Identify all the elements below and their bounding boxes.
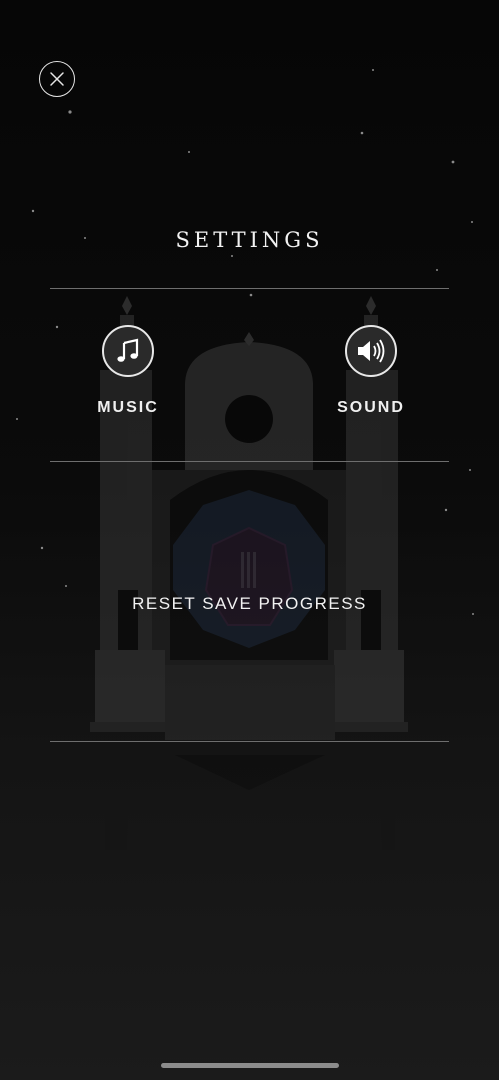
sound-toggle[interactable]: SOUND — [311, 325, 431, 417]
sound-label: SOUND — [337, 399, 405, 416]
settings-title: SETTINGS — [175, 228, 324, 252]
music-toggle[interactable]: MUSIC — [68, 325, 188, 417]
close-icon — [50, 72, 64, 86]
home-indicator[interactable] — [161, 1063, 339, 1068]
monument-background-art — [90, 296, 408, 850]
music-note-icon — [117, 338, 139, 362]
divider-bottom — [50, 741, 449, 742]
music-icon-circle — [102, 325, 154, 377]
divider-middle — [50, 461, 449, 462]
sound-icon-circle — [345, 325, 397, 377]
close-button[interactable] — [39, 61, 75, 97]
reset-save-progress-button[interactable]: RESET SAVE PROGRESS — [0, 594, 499, 614]
music-label: MUSIC — [97, 399, 159, 416]
divider-top — [50, 288, 449, 289]
speaker-volume-icon — [358, 339, 385, 363]
